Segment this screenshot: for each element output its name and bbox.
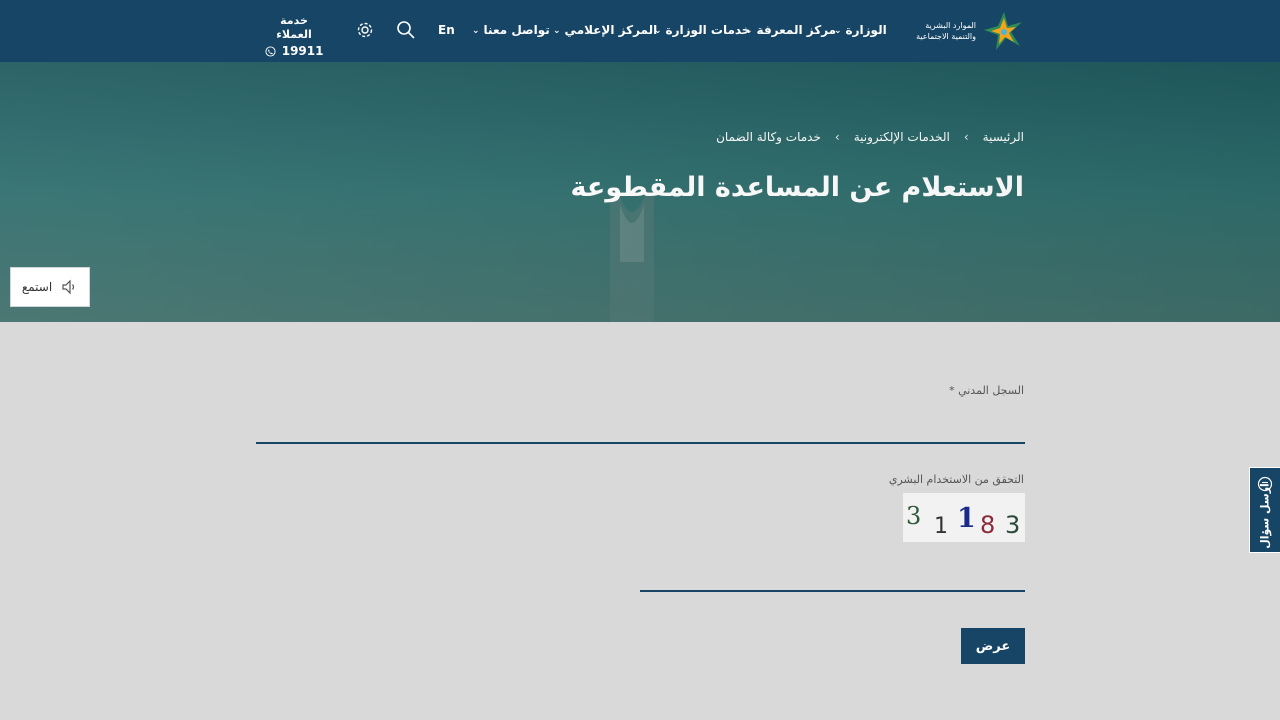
page-title: الاستعلام عن المساعدة المقطوعة <box>570 172 1024 203</box>
captcha-input[interactable] <box>640 560 1025 592</box>
logo-line-2: والتنمية الاجتماعية <box>916 32 976 41</box>
captcha-label: التحقق من الاستخدام البشري <box>888 473 1024 486</box>
chevron-left-icon: › <box>963 130 969 144</box>
nav-ministry-services[interactable]: خدمات الوزارة⌄ <box>654 23 750 39</box>
hero-banner: الرئيسية › الخدمات الإلكترونية › خدمات وكالة… <box>0 62 1280 322</box>
phone-icon <box>264 46 276 57</box>
captcha-image: 3 1 1 8 3 <box>903 493 1025 542</box>
nav-knowledge-center[interactable]: مركز المعرفة⌄ <box>745 23 836 39</box>
feedback-tab[interactable]: ارسل سؤال <box>1249 467 1280 553</box>
chevron-left-icon: › <box>834 130 840 144</box>
nav-ministry[interactable]: الوزارة⌄ <box>834 23 887 39</box>
nav-media-center[interactable]: المركز الإعلامي⌄ <box>553 23 657 39</box>
search-icon[interactable] <box>396 20 416 40</box>
breadcrumb-eservices[interactable]: الخدمات الإلكترونية <box>854 130 950 144</box>
gear-icon[interactable] <box>355 20 375 40</box>
customer-service[interactable]: خدمة العملاء 19911 <box>262 14 326 60</box>
language-label: En <box>438 23 455 37</box>
submit-button[interactable]: عرض <box>961 628 1025 664</box>
chevron-down-icon: ⌄ <box>472 26 480 36</box>
breadcrumb-home[interactable]: الرئيسية <box>983 130 1024 144</box>
speaker-icon <box>62 279 75 295</box>
captcha-char: 3 <box>1005 511 1020 539</box>
customer-service-title: خدمة العملاء <box>276 14 312 41</box>
language-toggle[interactable]: En <box>438 23 455 39</box>
kingdom-tower-silhouette <box>610 192 654 322</box>
top-header: الموارد البشرية والتنمية الاجتماعية الوز… <box>0 0 1280 62</box>
nav-ministry-label: الوزارة <box>845 23 887 37</box>
captcha-char: 3 <box>906 502 921 530</box>
listen-button[interactable]: استمع <box>10 267 90 307</box>
civil-record-label: السجل المدني * <box>949 384 1024 397</box>
logo-text: الموارد البشرية والتنمية الاجتماعية <box>906 20 976 42</box>
ministry-logo[interactable]: الموارد البشرية والتنمية الاجتماعية <box>912 10 1026 52</box>
logo-star-icon <box>984 12 1022 50</box>
nav-knowledge-label: مركز المعرفة <box>756 23 837 37</box>
customer-service-number: 19911 <box>281 44 324 58</box>
nav-contact-us[interactable]: تواصل معنا⌄ <box>472 23 550 39</box>
captcha-char: 1 <box>957 503 976 534</box>
chevron-down-icon: ⌄ <box>553 26 561 36</box>
captcha-char: 1 <box>934 514 948 539</box>
breadcrumb: الرئيسية › الخدمات الإلكترونية › خدمات وكالة… <box>716 130 1024 144</box>
civil-record-input[interactable] <box>256 412 1025 444</box>
logo-line-1: الموارد البشرية <box>925 21 976 30</box>
nav-contact-label: تواصل معنا <box>483 23 550 37</box>
listen-label: استمع <box>21 280 53 294</box>
nav-services-label: خدمات الوزارة <box>665 23 751 37</box>
nav-media-label: المركز الإعلامي <box>564 23 658 37</box>
feedback-label: ارسل سؤال <box>1258 483 1272 549</box>
breadcrumb-current: خدمات وكالة الضمان <box>716 130 821 144</box>
captcha-char: 8 <box>980 511 995 539</box>
